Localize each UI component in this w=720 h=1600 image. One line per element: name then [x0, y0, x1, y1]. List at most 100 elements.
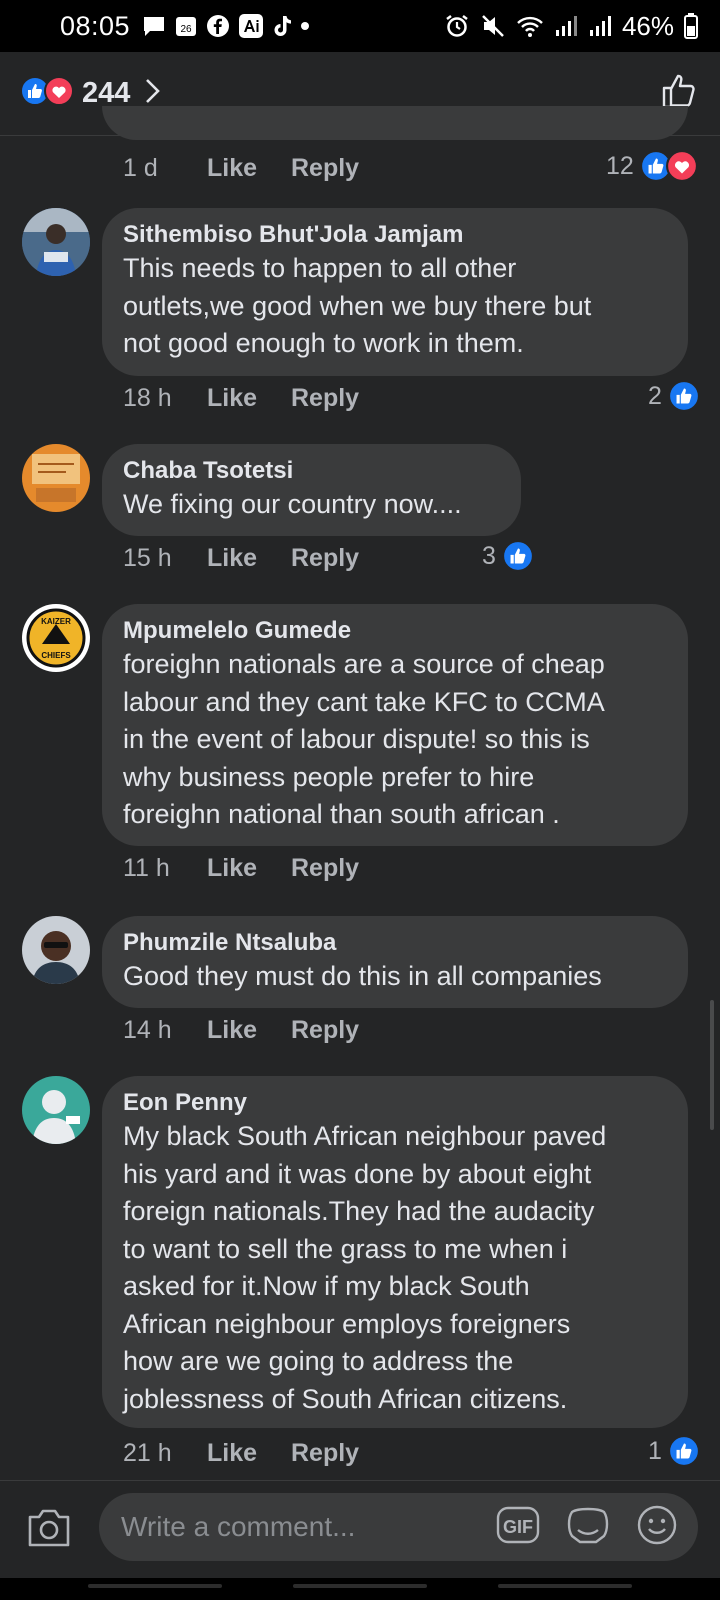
comment-line: to want to sell the grass to me when i — [123, 1233, 568, 1264]
comment-line: in the event of labour dispute! so this … — [123, 724, 590, 754]
nav-back-button[interactable] — [498, 1584, 632, 1588]
comment-bubble[interactable]: Chaba Tsotetsi We fixing our country now… — [102, 444, 521, 536]
comment-text: This needs to happen to all other outlet… — [123, 250, 668, 363]
comment-author[interactable]: Eon Penny — [123, 1088, 668, 1118]
comment-bubble[interactable]: Mpumelelo Gumede foreighn nationals are … — [102, 604, 688, 846]
emoji-icon[interactable] — [636, 1504, 678, 1551]
love-reaction-icon — [665, 150, 698, 182]
like-button[interactable]: Like — [207, 154, 291, 183]
reactions-summary[interactable] — [20, 76, 74, 111]
ai-app-icon — [238, 13, 264, 39]
comment-meta: 1 d Like Reply — [123, 154, 359, 183]
comment-line: outlets,we good when we buy there but — [123, 290, 592, 321]
comment-bubble[interactable]: Eon Penny My black South African neighbo… — [102, 1076, 688, 1428]
like-button[interactable]: Like — [207, 854, 291, 883]
comment-line: My black South African neighbour paved — [123, 1121, 607, 1151]
camera-icon[interactable] — [26, 1507, 72, 1554]
comment-reactions[interactable]: 12 — [606, 150, 698, 182]
reaction-count: 1 — [648, 1436, 662, 1465]
like-reaction-icon — [501, 540, 534, 572]
comment-time: 18 h — [123, 384, 172, 412]
nav-home-button[interactable] — [293, 1584, 427, 1588]
comment-text: My black South African neighbour paved h… — [123, 1118, 668, 1418]
comment-line: foreighn national than south african . — [123, 799, 560, 829]
comment-line: foreighn nationals are a source of cheap — [123, 649, 605, 679]
comment-line: foreign nationals.They had the audacity — [123, 1196, 595, 1226]
reply-button[interactable]: Reply — [291, 854, 359, 883]
gif-button[interactable]: GIF — [496, 1505, 540, 1550]
like-button[interactable]: Like — [207, 384, 291, 413]
avatar[interactable] — [22, 1076, 90, 1144]
comment-author[interactable]: Phumzile Ntsaluba — [123, 928, 668, 958]
comment-time: 11 h — [123, 854, 170, 882]
comment-line: joblessness of South African citizens. — [123, 1383, 568, 1414]
avatar[interactable]: KAIZER CHIEFS — [22, 604, 90, 672]
facebook-icon — [206, 14, 230, 38]
love-reaction-icon — [44, 76, 74, 111]
comment-reactions[interactable]: 2 — [648, 380, 700, 412]
system-nav-bar — [0, 1578, 720, 1600]
reaction-count: 3 — [482, 541, 496, 570]
reply-button[interactable]: Reply — [291, 544, 359, 573]
comment-line: This needs to happen to all other — [123, 253, 517, 283]
comment-bubble[interactable]: Phumzile Ntsaluba Good they must do this… — [102, 916, 688, 1008]
comment-meta: 11 h Like Reply — [123, 854, 359, 883]
sticker-icon[interactable] — [566, 1504, 610, 1551]
calendar-icon: 26 — [174, 14, 198, 38]
clock: 08:05 — [60, 10, 131, 41]
like-reaction-icon — [667, 380, 700, 412]
like-reaction-icon — [667, 1435, 700, 1467]
comment-author[interactable]: Mpumelelo Gumede — [123, 616, 668, 646]
comment-text: We fixing our country now.... — [123, 486, 501, 524]
comment-line: labour and they cant take KFC to CCMA — [123, 686, 605, 717]
reply-button[interactable]: Reply — [291, 1016, 359, 1045]
reply-button[interactable]: Reply — [291, 154, 359, 183]
tiktok-icon — [272, 14, 292, 38]
like-button[interactable]: Like — [207, 1439, 291, 1468]
prev-comment-bubble — [102, 106, 688, 140]
comment-author[interactable]: Chaba Tsotetsi — [123, 456, 501, 486]
comment-reactions[interactable]: 3 — [482, 540, 534, 572]
avatar[interactable] — [22, 916, 90, 984]
comment-time: 1 d — [123, 154, 158, 182]
alarm-icon — [444, 13, 470, 39]
comment-line: how are we going to address the — [123, 1346, 514, 1376]
kaizer-logo-top: KAIZER — [41, 617, 71, 626]
reaction-count: 2 — [648, 381, 662, 410]
like-button[interactable]: Like — [207, 544, 291, 573]
comment-line: his yard and it was done by about eight — [123, 1158, 592, 1189]
like-button[interactable]: Like — [207, 1016, 291, 1045]
comment-reactions[interactable]: 1 — [648, 1435, 700, 1467]
message-icon — [142, 15, 166, 37]
battery-level: 46% — [621, 10, 674, 41]
calendar-day: 26 — [181, 24, 193, 35]
reply-button[interactable]: Reply — [291, 1439, 359, 1468]
comment-time: 21 h — [123, 1439, 172, 1467]
signal-icon-2 — [588, 14, 612, 38]
comment-line: Good they must do this in all companies — [123, 961, 602, 991]
comment-line: African neighbour employs foreigners — [123, 1308, 571, 1339]
avatar[interactable] — [22, 444, 90, 512]
comment-meta: 18 h Like Reply — [123, 384, 359, 413]
mute-icon — [480, 13, 506, 39]
comment-line: why business people prefer to hire — [123, 761, 535, 792]
nav-recent-button[interactable] — [88, 1584, 222, 1588]
comment-time: 14 h — [123, 1016, 172, 1044]
scrollbar[interactable] — [710, 1000, 714, 1130]
reply-button[interactable]: Reply — [291, 384, 359, 413]
notification-dot-icon — [300, 21, 310, 31]
signal-icon-1 — [554, 14, 578, 38]
avatar[interactable] — [22, 208, 90, 276]
kaizer-logo-bottom: CHIEFS — [41, 651, 71, 660]
status-bar: 08:05 26 46% — [0, 0, 720, 52]
comment-line: asked for it.Now if my black South — [123, 1271, 530, 1301]
gif-label: GIF — [503, 1517, 533, 1537]
comment-composer: Write a comment... GIF — [0, 1480, 720, 1578]
reaction-count: 12 — [606, 151, 634, 180]
comment-line: not good enough to work in them. — [123, 328, 524, 358]
comment-author[interactable]: Sithembiso Bhut'Jola Jamjam — [123, 220, 668, 250]
comment-meta: 14 h Like Reply — [123, 1016, 359, 1045]
comment-meta: 15 h Like Reply — [123, 544, 359, 573]
comment-bubble[interactable]: Sithembiso Bhut'Jola Jamjam This needs t… — [102, 208, 688, 376]
comment-input[interactable]: Write a comment... GIF — [99, 1493, 698, 1561]
